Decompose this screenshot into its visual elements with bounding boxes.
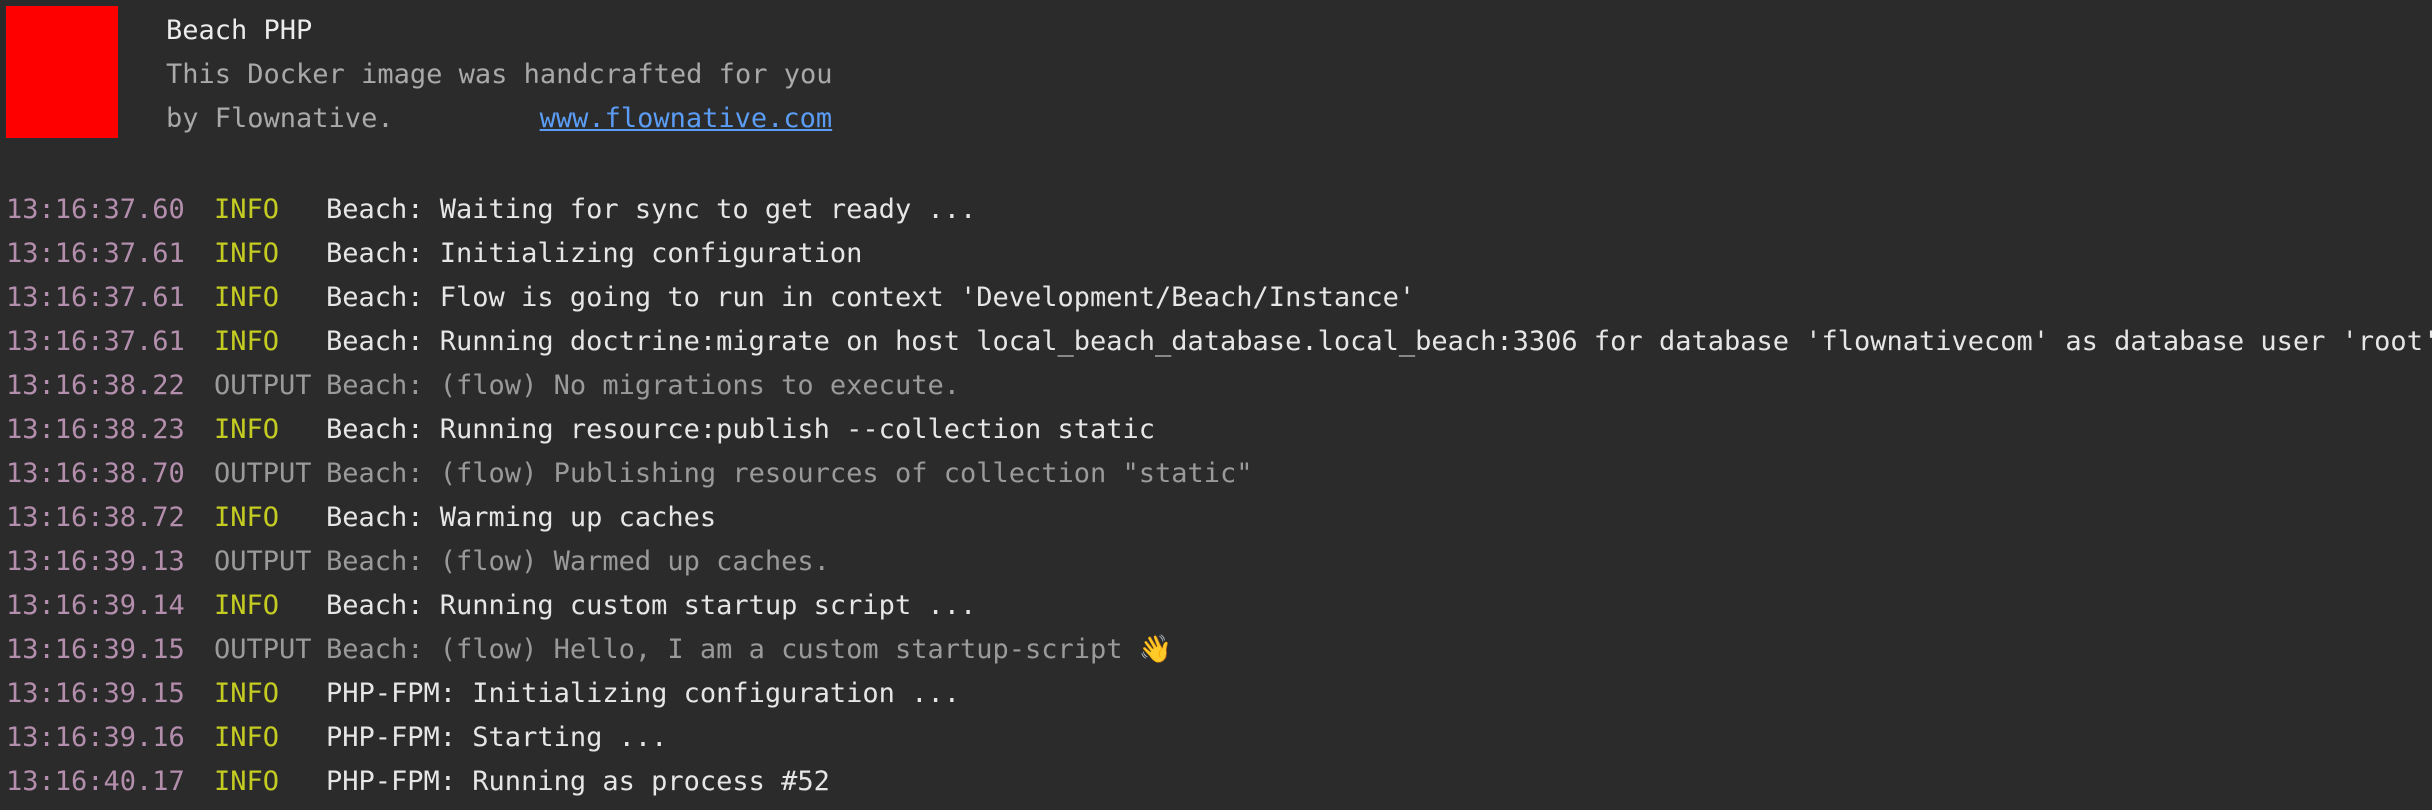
log-row: 13:16:38.70 OUTPUT Beach: (flow) Publishin…: [6, 452, 2426, 496]
terminal-output: Beach PHP This Docker image was handcraf…: [0, 0, 2432, 810]
log-message: Beach: Waiting for sync to get ready ...: [326, 194, 977, 225]
log-message: PHP-FPM: Running as process #52: [326, 766, 830, 797]
log-row: 13:16:39.13 OUTPUT Beach: (flow) Warmed up…: [6, 540, 2426, 584]
log-row: 13:16:38.22 OUTPUT Beach: (flow) No migrat…: [6, 364, 2426, 408]
log-level: OUTPUT: [214, 458, 312, 489]
log-timestamp: 13:16:38.23: [6, 414, 185, 445]
log-timestamp: 13:16:38.22: [6, 370, 185, 401]
log-timestamp: 13:16:39.15: [6, 678, 185, 709]
log-level: INFO: [214, 722, 280, 753]
log-timestamp: 13:16:39.13: [6, 546, 185, 577]
log-level: INFO: [214, 282, 280, 313]
log-message: Beach: Running doctrine:migrate on host …: [326, 326, 2432, 357]
log-row: 13:16:37.61 INFO Beach: Flow is going to r…: [6, 276, 2426, 320]
log-timestamp: 13:16:38.72: [6, 502, 185, 533]
log-message: Beach: Flow is going to run in context '…: [326, 282, 1416, 313]
log-message: Beach: Warming up caches: [326, 502, 717, 533]
log-timestamp: 13:16:39.16: [6, 722, 185, 753]
log-level: INFO: [214, 502, 280, 533]
log-row: 13:16:38.72 INFO Beach: Warming up caches: [6, 496, 2426, 540]
log-timestamp: 13:16:37.60: [6, 194, 185, 225]
log-row: 13:16:37.61 INFO Beach: Running doctrine:m…: [6, 320, 2432, 364]
log-timestamp: 13:16:37.61: [6, 282, 185, 313]
log-level: INFO: [214, 590, 280, 621]
header-description-line2: by Flownative. www.flownative.com: [166, 102, 832, 136]
log-row: 13:16:37.61 INFO Beach: Initializing confi…: [6, 232, 2426, 276]
log-row: 13:16:39.14 INFO Beach: Running custom sta…: [6, 584, 2426, 628]
log-message: Beach: Running resource:publish --collec…: [326, 414, 1156, 445]
header-title: Beach PHP: [166, 15, 313, 46]
log-message: Beach: (flow) Warmed up caches.: [326, 546, 830, 577]
log-row: 13:16:39.16 INFO PHP-FPM: Starting ...: [6, 716, 2426, 760]
log-row: 13:16:39.15 OUTPUT Beach: (flow) Hello, I …: [6, 628, 2426, 672]
log-row: 13:16:39.15 INFO PHP-FPM: Initializing con…: [6, 672, 2426, 716]
log-level: INFO: [214, 238, 280, 269]
log-level: OUTPUT: [214, 370, 312, 401]
logo-block: [6, 6, 118, 138]
log-level: OUTPUT: [214, 634, 312, 665]
log-level: INFO: [214, 766, 280, 797]
log-level: INFO: [214, 414, 280, 445]
log-timestamp: 13:16:40.17: [6, 766, 185, 797]
log-list: 13:16:37.60 INFO Beach: Waiting for sync t…: [6, 188, 2432, 804]
log-timestamp: 13:16:37.61: [6, 326, 185, 357]
log-level: INFO: [214, 194, 280, 225]
log-row: 13:16:37.60 INFO Beach: Waiting for sync t…: [6, 188, 2426, 232]
log-timestamp: 13:16:39.14: [6, 590, 185, 621]
header-description-line1: This Docker image was handcrafted for yo…: [166, 59, 833, 90]
log-row: 13:16:40.17 INFO PHP-FPM: Running as proce…: [6, 760, 2426, 804]
log-message: PHP-FPM: Initializing configuration ...: [326, 678, 960, 709]
log-message: Beach: Running custom startup script ...: [326, 590, 977, 621]
log-row: 13:16:38.23 INFO Beach: Running resource:p…: [6, 408, 2426, 452]
log-timestamp: 13:16:39.15: [6, 634, 185, 665]
website-link[interactable]: www.flownative.com: [540, 103, 833, 134]
log-level: OUTPUT: [214, 546, 312, 577]
log-timestamp: 13:16:38.70: [6, 458, 185, 489]
log-message: Beach: (flow) No migrations to execute.: [326, 370, 960, 401]
log-message: PHP-FPM: Starting ...: [326, 722, 668, 753]
log-message: Beach: Initializing configuration: [326, 238, 863, 269]
log-level: INFO: [214, 678, 280, 709]
log-message: Beach: (flow) Hello, I am a custom start…: [326, 634, 1173, 665]
log-message: Beach: (flow) Publishing resources of co…: [326, 458, 1253, 489]
log-timestamp: 13:16:37.61: [6, 238, 185, 269]
log-level: INFO: [214, 326, 280, 357]
header-description-line2-text: by Flownative.: [166, 103, 394, 134]
